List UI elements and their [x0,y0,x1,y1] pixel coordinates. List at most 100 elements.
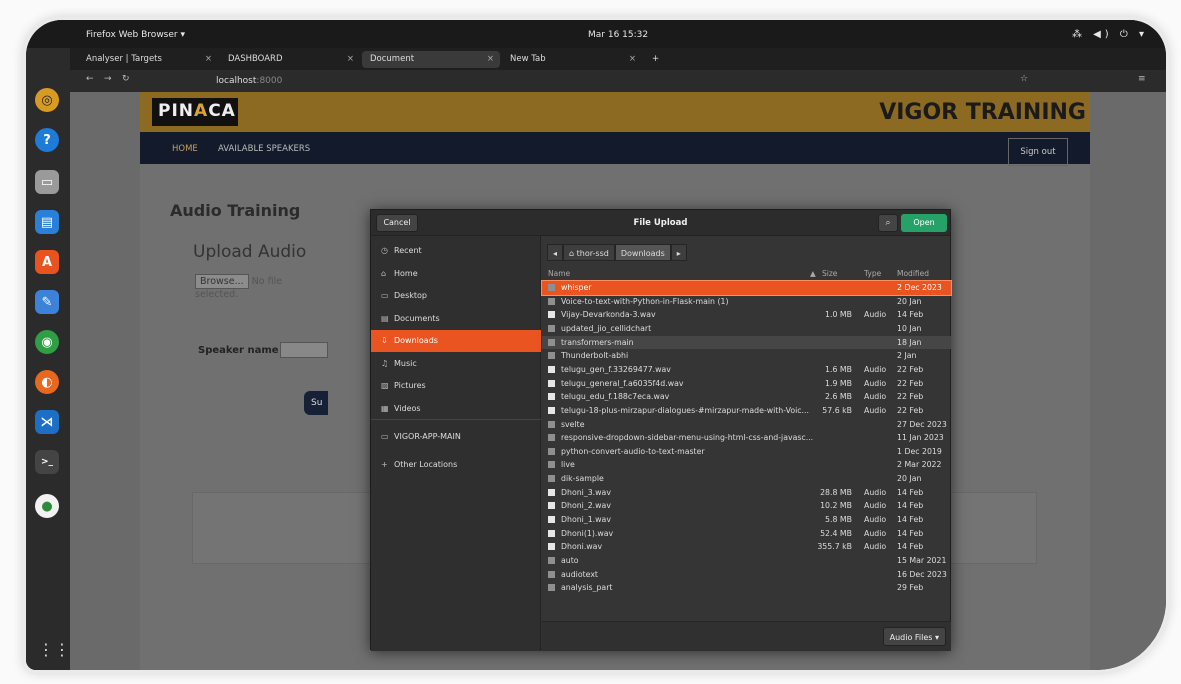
dock-app-icon[interactable]: ◎ [35,88,59,112]
web-page: PINACA VIGOR TRAINING HOME AVAILABLE SPE… [70,92,1166,670]
file-row[interactable]: telugu_edu_f.188c7eca.wav 2.6 MB Audio 22 F… [542,390,951,404]
file-row[interactable]: Dhoni.wav 355.7 kB Audio 14 Feb [542,540,951,554]
place-label: Recent [394,246,422,255]
file-row[interactable]: transformers-main 18 Jan [542,335,951,350]
reload-icon[interactable]: ↻ [122,74,130,84]
new-tab-button[interactable]: + [644,51,664,68]
place-music[interactable]: ♫ Music [371,353,541,375]
file-row[interactable]: Vijay-Devarkonda-3.wav 1.0 MB Audio 14 Feb [542,308,951,322]
file-icon [548,311,555,319]
back-icon[interactable]: ← [86,74,94,84]
app-store-icon[interactable]: A [35,250,59,274]
chrome-icon[interactable]: ◉ [35,330,59,354]
file-row[interactable]: dik-sample 20 Jan [542,472,951,486]
star-icon[interactable]: ☆ [1020,74,1028,84]
file-size: 28.8 MB [820,487,852,497]
file-row[interactable]: Dhoni_1.wav 5.8 MB Audio 14 Feb [542,513,951,527]
files-icon[interactable]: ▭ [35,170,59,194]
column-size[interactable]: Size [822,269,837,278]
place-vigor-app-main[interactable]: ▭ VIGOR-APP-MAIN [371,426,541,448]
tab-document[interactable]: Document × [362,51,500,68]
active-app-menu[interactable]: Firefox Web Browser ▾ [86,30,185,40]
file-type-filter[interactable]: Audio Files ▾ [882,627,946,646]
search-icon[interactable]: ⌕ [878,214,898,232]
file-row[interactable]: Dhoni_2.wav 10.2 MB Audio 14 Feb [542,499,951,513]
file-modified: 22 Feb [897,364,924,374]
place-pictures[interactable]: ▨ Pictures [371,375,541,397]
place-desktop[interactable]: ▭ Desktop [371,285,541,307]
file-size: 355.7 kB [817,542,852,552]
tab-new-tab[interactable]: New Tab × [502,51,642,68]
file-row[interactable]: python-convert-audio-to-text-master 1 Dec… [542,445,951,459]
speaker-name-input[interactable] [280,342,328,358]
path-segment-current[interactable]: Downloads [614,244,671,261]
file-row[interactable]: analysis_part 29 Feb [542,581,951,595]
file-type: Audio [864,515,887,525]
address-bar[interactable]: localhost:8000 [210,74,1010,89]
nav-available-speakers[interactable]: AVAILABLE SPEAKERS [218,144,310,154]
file-row[interactable]: telugu_gen_f.33269477.wav 1.6 MB Audio 22 F… [542,363,951,377]
path-forward-button[interactable]: ▸ [670,244,687,261]
pinaca-logo[interactable]: PINACA [152,98,238,126]
menu-icon[interactable]: ≡ [1138,74,1146,84]
place-videos[interactable]: ▦ Videos [371,398,541,420]
path-back-button[interactable]: ◂ [547,244,564,261]
place-downloads[interactable]: ⇩ Downloads [371,330,541,352]
folder-icon [548,420,555,428]
file-modified: 10 Jan [897,323,922,333]
column-name[interactable]: Name [548,269,570,278]
file-name: telugu_general_f.a6035f4d.wav [561,378,684,388]
url-port: :8000 [256,76,283,86]
tab-analyser[interactable]: Analyser | Targets × [78,51,218,68]
file-row[interactable]: Dhoni_3.wav 28.8 MB Audio 14 Feb [542,486,951,500]
file-row[interactable]: responsive-dropdown-sidebar-menu-using-h… [542,431,951,445]
tab-dashboard[interactable]: DASHBOARD × [220,51,360,68]
column-modified[interactable]: Modified [897,269,929,278]
path-segment-home[interactable]: ⌂ thor-ssd [563,244,615,261]
vscode-icon[interactable]: ⋊ [35,410,59,434]
place-label: Documents [394,314,440,323]
close-icon[interactable]: × [487,51,494,68]
file-type: Audio [864,310,887,320]
close-icon[interactable]: × [205,51,212,68]
sign-out-button[interactable]: Sign out [1008,138,1068,166]
browse-button[interactable]: Browse... [195,274,249,289]
show-apps-icon[interactable]: ⋮⋮ [38,640,70,660]
file-row[interactable]: svelte 27 Dec 2023 [542,418,951,432]
file-size: 52.4 MB [820,528,852,538]
file-row[interactable]: auto 15 Mar 2021 [542,554,951,568]
place-documents[interactable]: ▤ Documents [371,308,541,330]
close-icon[interactable]: × [629,51,636,68]
clock[interactable]: Mar 16 15:32 [588,30,648,40]
file-row[interactable]: telugu-18-plus-mirzapur-dialogues-#mirza… [542,404,951,418]
submit-button[interactable]: Su [304,391,328,415]
file-row[interactable]: telugu_general_f.a6035f4d.wav 1.9 MB Audio… [542,377,951,391]
file-name: transformers-main [561,337,634,347]
file-row[interactable]: live 2 Mar 2022 [542,458,951,472]
nav-home[interactable]: HOME [172,144,198,154]
url-host: localhost [216,76,257,86]
text-editor-icon[interactable]: ✎ [35,290,59,314]
place-recent[interactable]: ◷ Recent [371,240,541,262]
open-button[interactable]: Open [901,214,947,232]
place-label: VIGOR-APP-MAIN [394,432,461,441]
close-icon[interactable]: × [347,51,354,68]
terminal-icon[interactable]: >_ [35,450,59,474]
forward-icon[interactable]: → [104,74,112,84]
file-row[interactable]: audiotext 16 Dec 2023 [542,568,951,582]
writer-icon[interactable]: ▤ [35,210,59,234]
system-tray[interactable]: ⁂ ◀) ⏻ ▾ [1072,29,1148,40]
file-input[interactable]: Browse... No file selected. [195,274,327,300]
place-other-locations[interactable]: + Other Locations [371,454,541,476]
file-row[interactable]: updated_jio_cellidchart 10 Jan [542,322,951,336]
help-icon[interactable]: ? [35,128,59,152]
file-row[interactable]: Voice-to-text-with-Python-in-Flask-main … [542,295,951,309]
column-type[interactable]: Type [864,269,881,278]
mongodb-icon[interactable]: ● [35,494,59,518]
firefox-icon[interactable]: ◐ [35,370,59,394]
file-row[interactable]: Dhoni(1).wav 52.4 MB Audio 14 Feb [542,527,951,541]
place-home[interactable]: ⌂ Home [371,263,541,285]
file-name: auto [561,556,579,565]
file-row[interactable]: whisper 2 Dec 2023 [541,280,952,296]
file-row[interactable]: Thunderbolt-abhi 2 Jan [542,349,951,363]
